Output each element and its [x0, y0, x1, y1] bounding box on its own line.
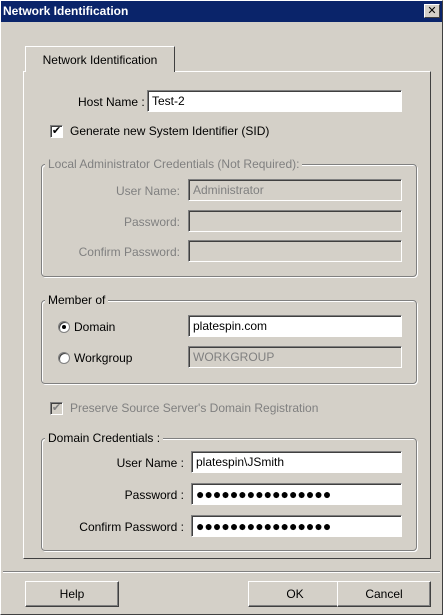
title-bar: Network Identification ✕ — [1, 1, 442, 22]
button-separator — [3, 571, 440, 573]
domain-credentials-legend: Domain Credentials : — [45, 431, 164, 445]
local-confirm-password-input[interactable] — [188, 240, 402, 262]
domain-password-label: Password : — [124, 488, 184, 502]
generate-sid-checkbox[interactable]: ✔ — [50, 125, 63, 138]
close-icon: ✕ — [427, 5, 437, 17]
local-confirm-password-label: Confirm Password: — [78, 245, 180, 259]
tab-label: Network Identification — [42, 53, 158, 67]
workgroup-radio-label: Workgroup — [74, 351, 133, 365]
local-password-input[interactable] — [188, 210, 402, 232]
radio-dot-icon — [62, 325, 66, 329]
checkmark-icon: ✔ — [51, 125, 62, 137]
domain-password-input[interactable]: ●●●●●●●●●●●●●●●● — [191, 483, 402, 505]
preserve-domain-checkbox[interactable]: ✔ — [50, 402, 63, 415]
help-button[interactable]: Help — [25, 581, 119, 607]
workgroup-input[interactable]: WORKGROUP — [188, 346, 402, 368]
local-user-name-label: User Name: — [115, 184, 180, 198]
domain-radio-label: Domain — [74, 320, 116, 334]
generate-sid-label: Generate new System Identifier (SID) — [70, 124, 270, 138]
checkmark-icon: ✔ — [51, 402, 62, 414]
host-name-label: Host Name : — [78, 95, 145, 109]
domain-radio[interactable] — [58, 321, 70, 333]
member-of-group — [41, 300, 417, 384]
host-name-input[interactable]: Test-2 — [147, 90, 402, 112]
workgroup-radio[interactable] — [58, 352, 70, 364]
network-identification-dialog: Network Identification ✕ Network Identif… — [0, 0, 443, 615]
close-button[interactable]: ✕ — [424, 4, 440, 18]
domain-user-name-input[interactable]: platespin\JSmith — [191, 451, 402, 473]
cancel-button[interactable]: Cancel — [337, 581, 431, 607]
domain-user-name-label: User Name : — [116, 456, 184, 470]
tab-network-identification[interactable]: Network Identification — [25, 46, 175, 72]
local-password-label: Password: — [123, 215, 180, 229]
member-of-legend: Member of — [45, 293, 109, 307]
ok-button[interactable]: OK — [248, 581, 342, 607]
preserve-domain-label: Preserve Source Server's Domain Registra… — [70, 401, 319, 415]
window-title: Network Identification — [3, 4, 129, 18]
domain-confirm-password-input[interactable]: ●●●●●●●●●●●●●●●● — [191, 515, 402, 537]
local-user-name-input[interactable]: Administrator — [188, 179, 402, 201]
domain-input[interactable]: platespin.com — [188, 315, 402, 337]
domain-confirm-password-label: Confirm Password : — [79, 520, 184, 534]
local-admin-legend: Local Administrator Credentials (Not Req… — [45, 157, 303, 171]
